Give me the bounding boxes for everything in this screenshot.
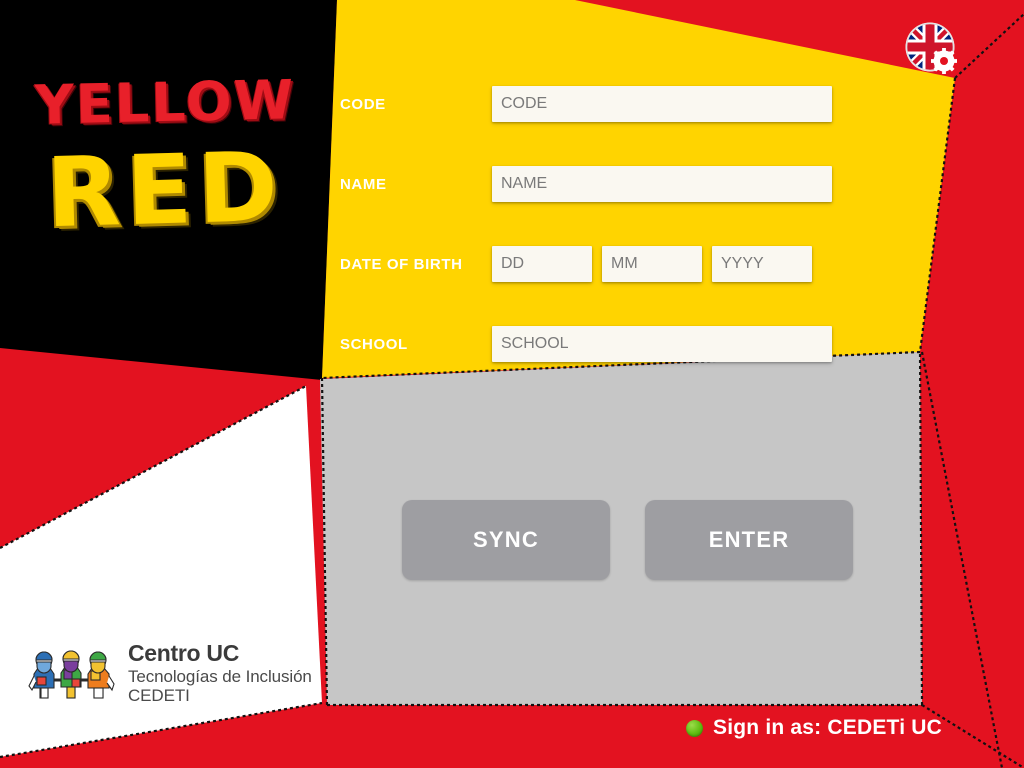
cedeti-subtitle: Tecnologías de Inclusión [128, 666, 312, 686]
month-input[interactable] [602, 246, 702, 282]
label-name: NAME [340, 175, 387, 193]
cedeti-logo-text: Centro UC Tecnologías de Inclusión CEDET… [128, 640, 312, 705]
gear-icon [931, 48, 957, 74]
cedeti-acronym: CEDETI [128, 685, 190, 705]
school-input[interactable] [492, 326, 832, 362]
name-input[interactable] [492, 166, 832, 202]
cedeti-title: Centro UC [128, 640, 240, 666]
sign-in-status-label: Sign in as: CEDETi UC [712, 716, 942, 739]
form-row-school: SCHOOL [340, 324, 860, 364]
form-row-date-of-birth: DATE OF BIRTH [340, 244, 860, 284]
year-input[interactable] [712, 246, 812, 282]
three-figures-icon [28, 650, 115, 699]
app-screen: YELLOW RED CODE CODE NAME NAME DATE OF B… [0, 0, 1024, 768]
code-input[interactable] [492, 86, 832, 122]
sync-button[interactable]: SYNC [402, 500, 610, 580]
sign-in-status[interactable]: Sign in as: CEDETi UC [685, 716, 942, 740]
cedeti-logo: Centro UC Tecnologías de Inclusión CEDET… [28, 640, 312, 705]
action-button-bar: SYNC ENTER [402, 500, 853, 580]
date-of-birth-group [492, 246, 812, 282]
enter-button[interactable]: ENTER [645, 500, 853, 580]
day-input[interactable] [492, 246, 592, 282]
form-row-code: CODE [340, 84, 860, 124]
language-settings-button[interactable] [903, 20, 963, 80]
label-code: CODE [340, 95, 386, 113]
label-school: SCHOOL [340, 335, 408, 353]
black-panel [0, 0, 337, 380]
form-row-name: NAME [340, 164, 860, 204]
label-date-of-birth: DATE OF BIRTH [340, 255, 463, 273]
online-status-dot [685, 719, 703, 737]
registration-form: CODE NAME DATE OF BIRTH SCHOOL [340, 72, 860, 372]
